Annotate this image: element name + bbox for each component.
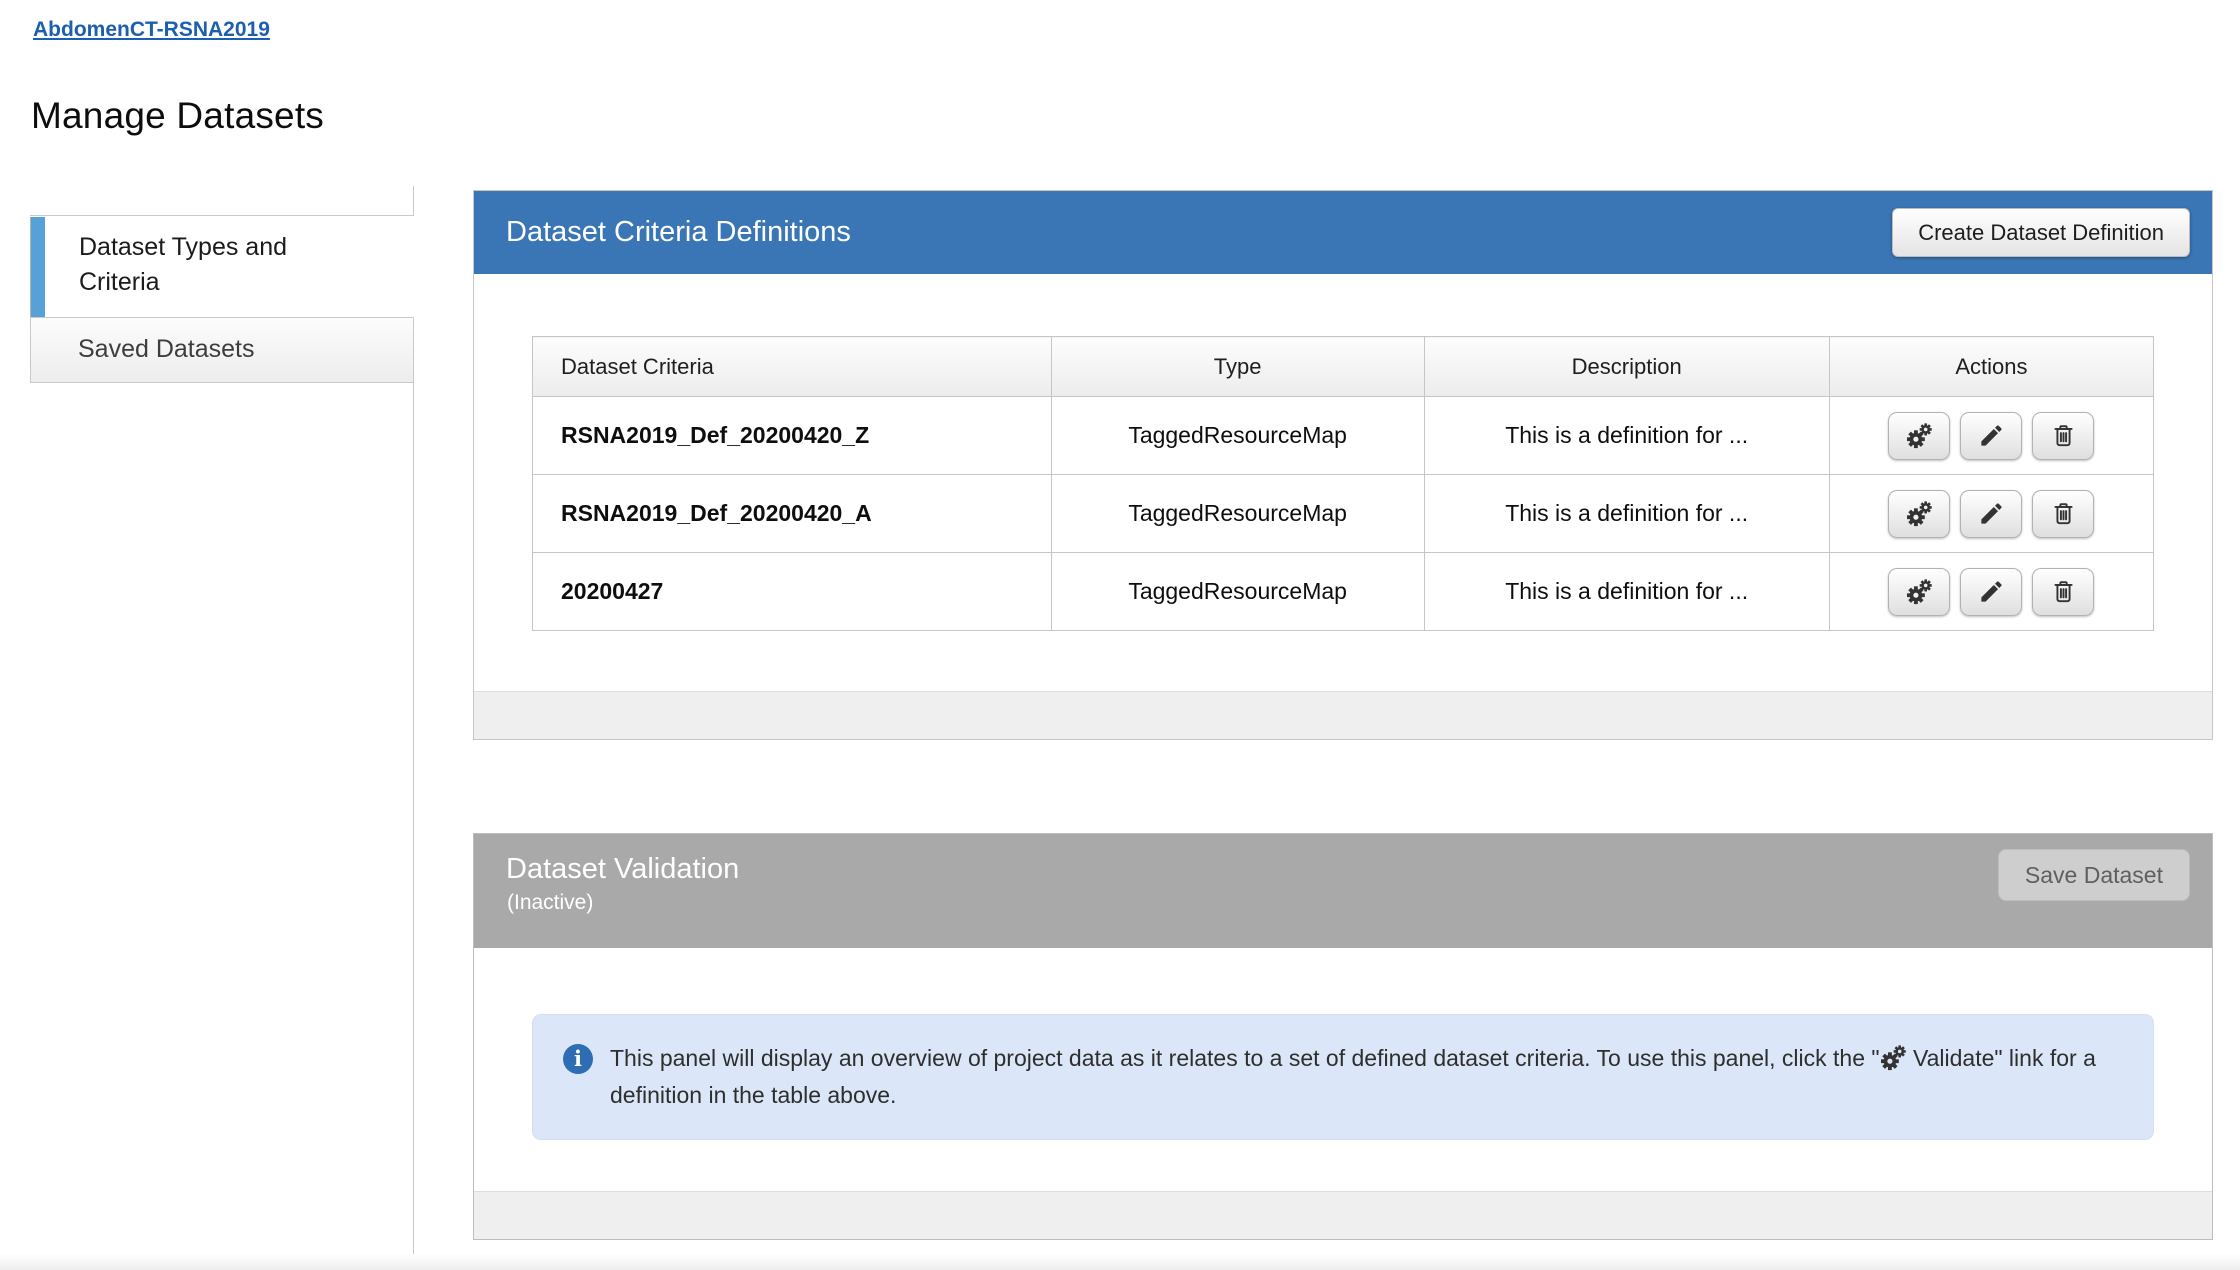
gears-icon <box>1880 1044 1907 1071</box>
sidebar-tab-saved-datasets[interactable]: Saved Datasets <box>30 317 414 383</box>
criteria-name-cell: RSNA2019_Def_20200420_A <box>533 475 1052 553</box>
criteria-panel-header: Dataset Criteria Definitions Create Data… <box>474 191 2212 274</box>
criteria-actions-cell <box>1829 553 2153 631</box>
criteria-description-cell: This is a definition for ... <box>1424 475 1829 553</box>
pencil-icon <box>1978 500 2005 527</box>
edit-definition-button[interactable] <box>1960 412 2022 460</box>
info-circle-icon: i <box>563 1044 593 1074</box>
page-title: Manage Datasets <box>31 95 324 137</box>
criteria-panel-title: Dataset Criteria Definitions <box>506 191 851 274</box>
column-header-description: Description <box>1424 337 1829 397</box>
criteria-name-cell: 20200427 <box>533 553 1052 631</box>
criteria-name-cell: RSNA2019_Def_20200420_Z <box>533 397 1052 475</box>
column-header-type: Type <box>1051 337 1424 397</box>
trash-icon <box>2050 578 2077 605</box>
table-row: 20200427 TaggedResourceMap This is a def… <box>533 553 2154 631</box>
sidebar-tab-label: Dataset Types and Criteria <box>45 217 295 300</box>
column-header-dataset-criteria: Dataset Criteria <box>533 337 1052 397</box>
alert-text-before: This panel will display an overview of p… <box>610 1045 1880 1071</box>
trash-icon <box>2050 422 2077 449</box>
delete-definition-button[interactable] <box>2032 568 2094 616</box>
validate-definition-button[interactable] <box>1888 568 1950 616</box>
gears-icon <box>1906 422 1933 449</box>
validation-info-alert: i This panel will display an overview of… <box>532 1014 2154 1140</box>
table-row: RSNA2019_Def_20200420_A TaggedResourceMa… <box>533 475 2154 553</box>
sidebar-top-filler <box>30 186 414 216</box>
table-row: RSNA2019_Def_20200420_Z TaggedResourceMa… <box>533 397 2154 475</box>
validation-panel-header: Dataset Validation (Inactive) Save Datas… <box>474 834 2212 948</box>
delete-definition-button[interactable] <box>2032 490 2094 538</box>
criteria-table-header-row: Dataset Criteria Type Description Action… <box>533 337 2154 397</box>
criteria-table: Dataset Criteria Type Description Action… <box>532 336 2154 631</box>
gears-icon <box>1906 500 1933 527</box>
page-bottom-gradient <box>0 1254 2240 1270</box>
gears-icon <box>1906 578 1933 605</box>
criteria-description-cell: This is a definition for ... <box>1424 553 1829 631</box>
save-dataset-button[interactable]: Save Dataset <box>1998 849 2190 901</box>
criteria-actions-cell <box>1829 475 2153 553</box>
edit-definition-button[interactable] <box>1960 490 2022 538</box>
validation-panel-footer <box>474 1191 2212 1239</box>
validation-panel-title: Dataset Validation <box>506 853 739 886</box>
sidebar-right-divider <box>413 383 414 1270</box>
criteria-actions-cell <box>1829 397 2153 475</box>
validate-definition-button[interactable] <box>1888 412 1950 460</box>
sidebar-tab-label: Saved Datasets <box>31 318 413 381</box>
pencil-icon <box>1978 578 2005 605</box>
delete-definition-button[interactable] <box>2032 412 2094 460</box>
criteria-type-cell: TaggedResourceMap <box>1051 397 1424 475</box>
criteria-type-cell: TaggedResourceMap <box>1051 553 1424 631</box>
validation-info-text: This panel will display an overview of p… <box>563 1040 2123 1114</box>
create-dataset-definition-button[interactable]: Create Dataset Definition <box>1892 208 2190 257</box>
criteria-description-cell: This is a definition for ... <box>1424 397 1829 475</box>
dataset-validation-panel: Dataset Validation (Inactive) Save Datas… <box>473 833 2213 1240</box>
validate-definition-button[interactable] <box>1888 490 1950 538</box>
manage-datasets-page: AbdomenCT-RSNA2019 Manage Datasets Datas… <box>0 0 2240 1270</box>
breadcrumb-project-link[interactable]: AbdomenCT-RSNA2019 <box>33 18 270 42</box>
pencil-icon <box>1978 422 2005 449</box>
column-header-actions: Actions <box>1829 337 2153 397</box>
active-tab-accent-bar <box>31 217 45 317</box>
trash-icon <box>2050 500 2077 527</box>
criteria-type-cell: TaggedResourceMap <box>1051 475 1424 553</box>
validation-panel-status: (Inactive) <box>507 891 593 915</box>
sidebar-tab-dataset-types-and-criteria[interactable]: Dataset Types and Criteria <box>30 217 414 317</box>
criteria-panel-footer <box>474 691 2212 739</box>
edit-definition-button[interactable] <box>1960 568 2022 616</box>
dataset-criteria-definitions-panel: Dataset Criteria Definitions Create Data… <box>473 190 2213 740</box>
